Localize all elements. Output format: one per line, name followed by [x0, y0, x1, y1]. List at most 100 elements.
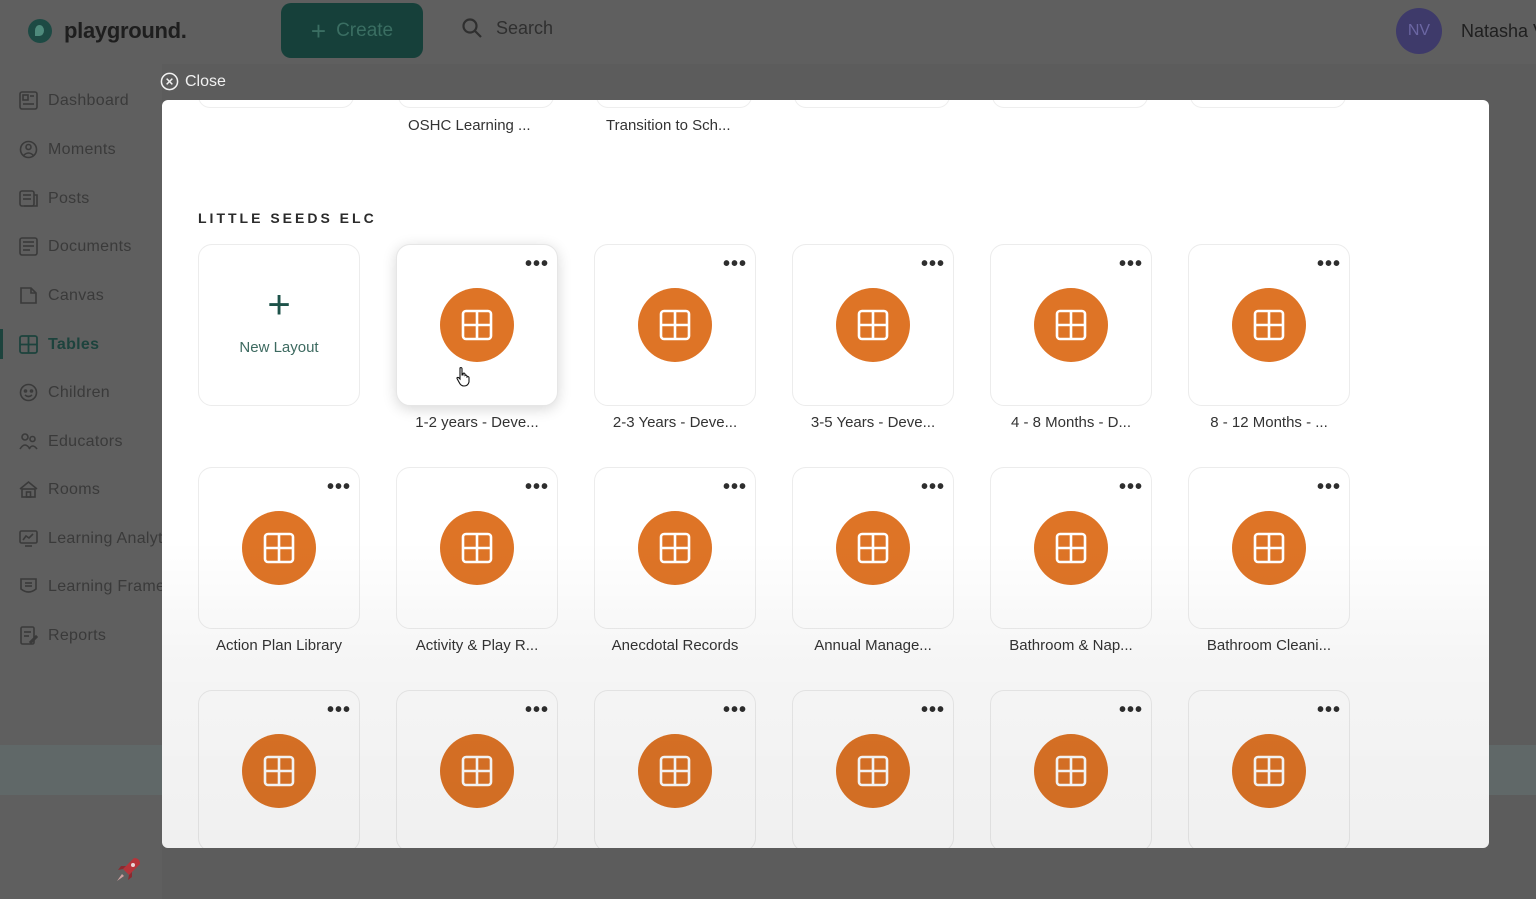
table-card[interactable]: •••	[594, 690, 756, 848]
table-card[interactable]: •••	[792, 244, 954, 406]
sidebar-item-dashboard[interactable]: Dashboard	[18, 90, 129, 111]
table-card-partial[interactable]	[1190, 100, 1346, 108]
close-button[interactable]: Close	[160, 72, 226, 91]
table-card[interactable]: •••	[396, 690, 558, 848]
table-card[interactable]: •••	[1188, 467, 1350, 629]
table-icon-badge	[836, 734, 910, 808]
sidebar-item-label: Moments	[48, 140, 116, 158]
sidebar-item-label: Educators	[48, 432, 123, 450]
sidebar-item-label: Children	[48, 383, 110, 401]
sidebar-item-tables[interactable]: Tables	[18, 334, 99, 355]
more-options-button[interactable]: •••	[921, 700, 945, 720]
create-button[interactable]: + Create	[281, 3, 423, 58]
more-options-button[interactable]: •••	[723, 477, 747, 497]
table-card-label[interactable]: 3-5 Years - Deve...	[792, 414, 954, 431]
table-card-label[interactable]: 4 - 8 Months - D...	[990, 414, 1152, 431]
table-card-label[interactable]: Transition to Sch...	[606, 117, 786, 134]
more-options-button[interactable]: •••	[327, 477, 351, 497]
more-options-button[interactable]: •••	[1119, 254, 1143, 274]
table-card[interactable]: •••	[396, 467, 558, 629]
table-grid-icon	[263, 755, 295, 787]
more-options-button[interactable]: •••	[723, 254, 747, 274]
sidebar-item-reports[interactable]: Reports	[18, 625, 106, 646]
plus-icon: +	[310, 15, 327, 46]
more-options-button[interactable]: •••	[921, 254, 945, 274]
more-options-button[interactable]: •••	[1317, 477, 1341, 497]
rocket-icon[interactable]	[112, 854, 144, 886]
hand-cursor-icon	[456, 367, 470, 387]
table-card-label[interactable]: OSHC Learning ...	[408, 117, 588, 134]
learning-analytics-icon	[19, 530, 38, 547]
table-card-partial[interactable]	[794, 100, 950, 108]
plus-icon: +	[267, 283, 291, 327]
table-card-partial[interactable]	[992, 100, 1148, 108]
table-card-partial[interactable]	[198, 100, 354, 108]
close-label: Close	[185, 72, 226, 90]
more-options-button[interactable]: •••	[525, 477, 549, 497]
table-icon-badge	[1034, 511, 1108, 585]
table-card-label[interactable]: Activity & Play R...	[396, 637, 558, 654]
table-card[interactable]: •••	[990, 690, 1152, 848]
posts-icon	[19, 190, 38, 207]
table-card[interactable]: •••	[990, 244, 1152, 406]
table-card-label[interactable]: 2-3 Years - Deve...	[594, 414, 756, 431]
documents-icon	[19, 237, 38, 256]
sidebar-item-rooms[interactable]: Rooms	[18, 479, 100, 500]
table-card[interactable]: •••	[594, 244, 756, 406]
table-card[interactable]: •••	[792, 690, 954, 848]
table-icon-badge	[440, 511, 514, 585]
table-card-partial[interactable]	[398, 100, 554, 108]
avatar[interactable]: NV	[1396, 8, 1442, 54]
sidebar-item-label: Documents	[48, 237, 132, 255]
more-options-button[interactable]: •••	[723, 700, 747, 720]
table-card-label[interactable]: Bathroom & Nap...	[990, 637, 1152, 654]
more-options-button[interactable]: •••	[1119, 477, 1143, 497]
table-icon-badge	[242, 734, 316, 808]
new-layout-card[interactable]: + New Layout	[198, 244, 360, 406]
more-options-button[interactable]: •••	[327, 700, 351, 720]
table-grid-icon	[857, 309, 889, 341]
table-grid-icon	[461, 532, 493, 564]
table-card[interactable]: •••	[198, 690, 360, 848]
sidebar-item-moments[interactable]: Moments	[18, 139, 116, 160]
sidebar-item-children[interactable]: Children	[18, 382, 110, 403]
table-card-label[interactable]: 8 - 12 Months - ...	[1188, 414, 1350, 431]
more-options-button[interactable]: •••	[1317, 700, 1341, 720]
table-card[interactable]: •••	[198, 467, 360, 629]
table-card[interactable]: •••	[990, 467, 1152, 629]
sidebar-item-learning-analytics[interactable]: Learning Analytics	[18, 528, 183, 549]
table-grid-icon	[1055, 755, 1087, 787]
table-grid-icon	[659, 309, 691, 341]
table-icon-badge	[440, 288, 514, 362]
sidebar-item-label: Tables	[48, 335, 100, 353]
table-card[interactable]: •••	[1188, 690, 1350, 848]
table-grid-icon	[1253, 309, 1285, 341]
table-card-label[interactable]: Action Plan Library	[198, 637, 360, 654]
logo[interactable]: playground.	[28, 18, 187, 44]
more-options-button[interactable]: •••	[1119, 700, 1143, 720]
close-icon	[160, 72, 179, 91]
search-bar[interactable]: Search	[460, 16, 553, 40]
table-card-label[interactable]: Bathroom Cleani...	[1188, 637, 1350, 654]
sidebar-item-documents[interactable]: Documents	[18, 236, 132, 257]
sidebar-item-canvas[interactable]: Canvas	[18, 285, 104, 306]
table-card-label[interactable]: Annual Manage...	[792, 637, 954, 654]
dashboard-icon	[19, 91, 38, 110]
more-options-button[interactable]: •••	[921, 477, 945, 497]
sidebar-item-educators[interactable]: Educators	[18, 431, 123, 452]
table-card-label[interactable]: 1-2 years - Deve...	[396, 414, 558, 431]
more-options-button[interactable]: •••	[1317, 254, 1341, 274]
more-options-button[interactable]: •••	[525, 700, 549, 720]
table-card[interactable]: •••	[792, 467, 954, 629]
table-grid-icon	[263, 532, 295, 564]
table-card[interactable]: •••	[594, 467, 756, 629]
sidebar-item-label: Rooms	[48, 480, 101, 498]
more-options-button[interactable]: •••	[525, 254, 549, 274]
table-card-label[interactable]: Anecdotal Records	[594, 637, 756, 654]
table-card[interactable]: •••	[1188, 244, 1350, 406]
table-card[interactable]: •••	[396, 244, 558, 406]
table-card-partial[interactable]	[596, 100, 752, 108]
sidebar-item-posts[interactable]: Posts	[18, 188, 90, 209]
user-name[interactable]: Natasha V	[1461, 21, 1536, 42]
table-icon-badge	[638, 288, 712, 362]
